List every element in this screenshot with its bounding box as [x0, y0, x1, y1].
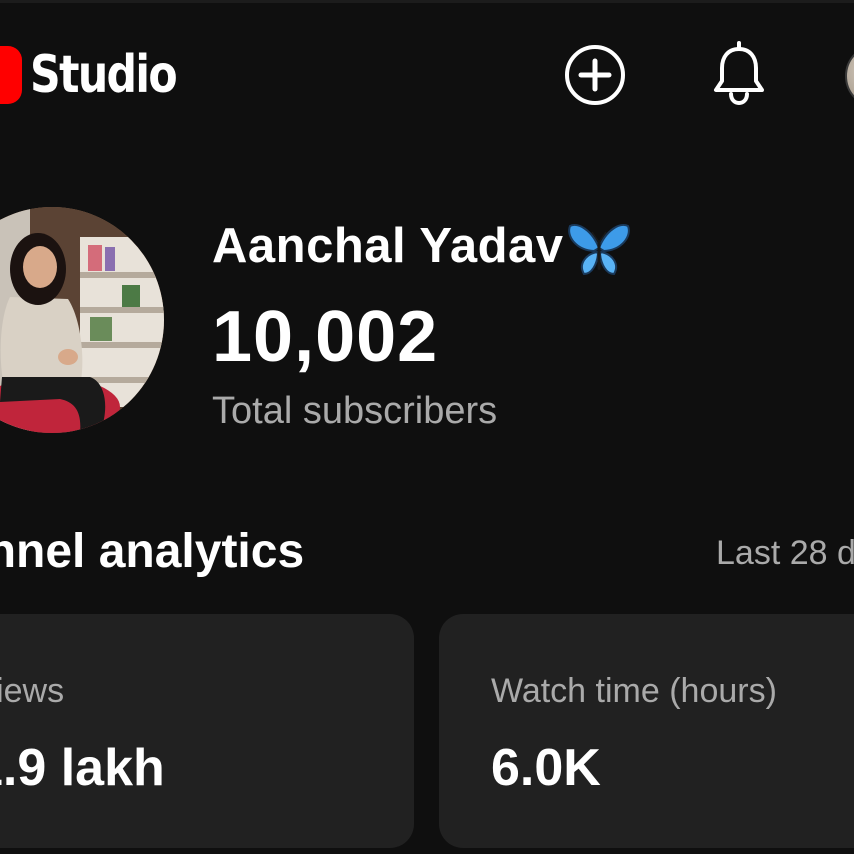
views-card[interactable]: Views 1.9 lakh: [0, 614, 414, 848]
subscriber-label: Total subscribers: [212, 390, 498, 432]
butterfly-icon: [568, 224, 630, 276]
add-circle-icon: [565, 45, 625, 105]
logo-text: Studio: [30, 45, 178, 105]
watch-time-card[interactable]: Watch time (hours) 6.0K: [439, 614, 854, 848]
youtube-play-logo-icon: [0, 46, 22, 104]
channel-avatar-image: [0, 207, 164, 433]
studio-logo[interactable]: Studio: [0, 40, 208, 110]
channel-name: Aanchal Yadav: [212, 219, 564, 273]
subscriber-count: 10,002: [212, 297, 439, 377]
bell-icon: [714, 41, 764, 106]
studio-home-screen: Studio Aanchal Yadav 10,002 Total subscr…: [0, 0, 854, 854]
watch-time-value: 6.0K: [491, 739, 601, 797]
analytics-period[interactable]: Last 28 d: [716, 534, 854, 573]
analytics-title: annel analytics: [0, 525, 305, 578]
top-divider: [0, 0, 854, 3]
account-avatar[interactable]: [845, 44, 854, 108]
views-label: Views: [0, 672, 65, 710]
views-value: 1.9 lakh: [0, 739, 165, 797]
create-button[interactable]: [563, 43, 627, 107]
channel-avatar[interactable]: [0, 207, 164, 433]
watch-time-label: Watch time (hours): [491, 672, 777, 710]
notifications-button[interactable]: [708, 40, 770, 108]
